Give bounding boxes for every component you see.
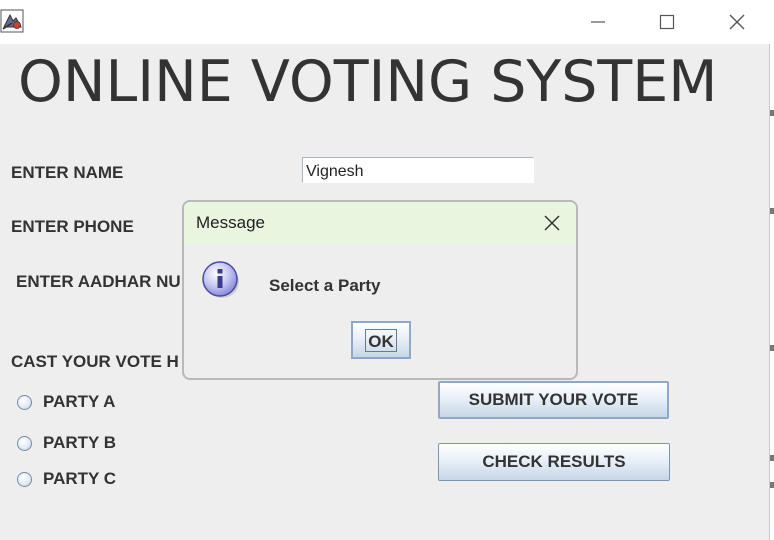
party-c-label: PARTY C — [43, 469, 117, 488]
dialog-close-button[interactable] — [542, 213, 562, 233]
dialog-title-bar: Message — [184, 202, 576, 244]
edge-mark — [770, 455, 774, 461]
info-icon — [201, 260, 241, 300]
party-b-radio[interactable]: PARTY B — [17, 433, 116, 453]
edge-mark — [770, 345, 774, 351]
java-app-icon — [0, 9, 24, 33]
close-button[interactable] — [714, 6, 760, 38]
title-bar — [0, 0, 770, 44]
party-a-radio[interactable]: PARTY A — [17, 392, 115, 412]
minimize-icon — [590, 14, 606, 30]
phone-label: ENTER PHONE — [11, 217, 134, 236]
minimize-button[interactable] — [575, 6, 621, 38]
check-results-button[interactable]: CHECK RESULTS — [438, 443, 670, 481]
party-c-radio[interactable]: PARTY C — [17, 469, 116, 489]
edge-mark — [770, 208, 774, 214]
radio-button[interactable] — [17, 394, 32, 410]
radio-button[interactable] — [17, 471, 32, 487]
maximize-button[interactable] — [644, 6, 690, 38]
ok-button[interactable]: OK — [351, 321, 411, 359]
name-input[interactable]: Vignesh — [302, 157, 534, 183]
message-dialog: Message Select a Party OK — [182, 200, 578, 380]
edge-mark — [770, 482, 774, 488]
close-icon — [728, 13, 746, 31]
dialog-title: Message — [196, 213, 265, 232]
submit-vote-button[interactable]: SUBMIT YOUR VOTE — [438, 381, 669, 419]
close-icon — [544, 215, 560, 231]
radio-button[interactable] — [17, 435, 32, 451]
ok-label: OK — [365, 328, 397, 352]
name-label: ENTER NAME — [11, 163, 124, 182]
edge-mark — [770, 110, 774, 116]
party-b-label: PARTY B — [43, 433, 117, 452]
aadhar-label: ENTER AADHAR NU — [16, 272, 181, 291]
party-a-label: PARTY A — [43, 392, 116, 411]
maximize-icon — [659, 14, 675, 30]
page-title: ONLINE VOTING SYSTEM — [18, 49, 718, 115]
dialog-message: Select a Party — [269, 276, 381, 295]
cast-vote-label: CAST YOUR VOTE H — [11, 352, 179, 371]
